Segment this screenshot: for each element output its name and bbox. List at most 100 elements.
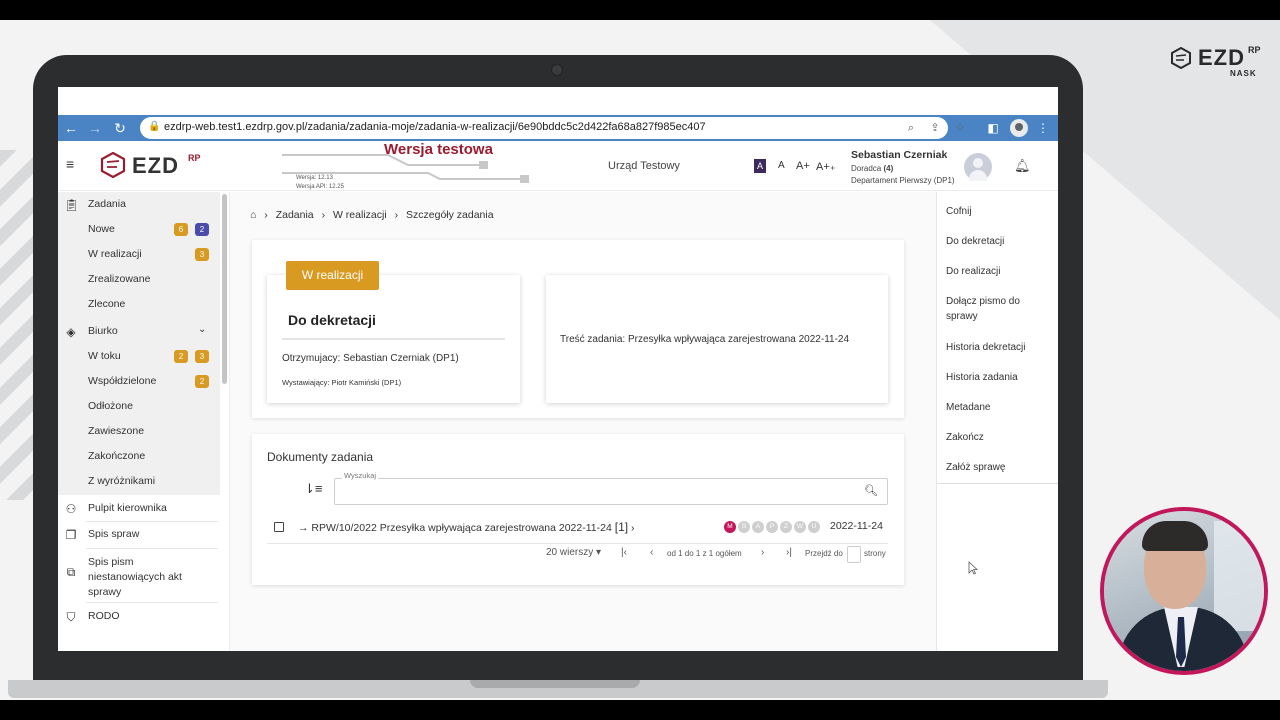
divider (282, 338, 505, 340)
sidebar-item-label: Z wyróżnikami (88, 475, 156, 487)
font-size-xlarge[interactable]: A+₊ (816, 160, 836, 173)
document-signature[interactable]: RPW/10/2022 (311, 522, 376, 534)
version-text: Wersja: 12.13 (296, 175, 333, 181)
profile-icon[interactable] (1010, 119, 1028, 137)
search-icon[interactable]: 🔍︎ (864, 484, 878, 498)
arrow-right-icon: → (298, 522, 309, 534)
sidebar-item-label: Współdzielone (88, 375, 157, 387)
hamburger-menu-icon[interactable]: ≡ (66, 157, 80, 171)
action-dolacz-pismo[interactable]: Dołącz pismo do sprawy (946, 294, 1046, 324)
sidebar-item-pulpit-kierownika[interactable]: ⚇ Pulpit kierownika (58, 502, 220, 518)
sidebar-item-w-toku[interactable]: W toku 2 3 (58, 350, 220, 366)
goto-page-input[interactable] (847, 546, 861, 563)
bookmark-star-icon[interactable]: ☆ (953, 121, 967, 135)
sidebar-item-w-realizacji[interactable]: W realizacji 3 (58, 248, 220, 264)
font-size-large[interactable]: A+ (796, 160, 810, 172)
documents-icon: ⧉ (66, 565, 76, 579)
sidebar-item-spis-spraw[interactable]: ❐ Spis spraw (58, 528, 220, 544)
ezd-hex-icon (1171, 47, 1191, 69)
font-size-default[interactable]: A (754, 159, 766, 173)
status-badge: W realizacji (286, 261, 379, 290)
sidebar-divider (86, 548, 218, 549)
badge-count: 2 (195, 223, 209, 236)
user-department: Departament Pierwszy (DP1) (851, 176, 955, 185)
chevron-right-icon[interactable]: › (631, 522, 635, 534)
logo-sup: RP (188, 153, 201, 163)
lock-icon[interactable]: 🔒 (148, 121, 160, 135)
chevron-down-icon[interactable]: ⌄ (198, 324, 206, 335)
sidebar-item-zlecone[interactable]: Zlecone (58, 298, 220, 314)
user-role[interactable]: Doradca (4) (851, 164, 893, 173)
stamp-p: P (766, 521, 778, 533)
sidebar-item-odlozone[interactable]: Odłożone (58, 400, 220, 416)
sidebar-item-label: RODO (88, 610, 120, 622)
sidebar-item-zakonczone[interactable]: Zakończone (58, 450, 220, 466)
prev-page-icon[interactable]: ‹ (650, 547, 653, 558)
sidebar-item-zadania[interactable]: 📋︎ Zadania (58, 198, 220, 214)
manager-icon: ⚇ (65, 502, 77, 516)
stamp-s: S (738, 521, 750, 533)
webcam-presenter-hair (1142, 521, 1208, 551)
video-letterbox-top (0, 0, 1280, 20)
action-zaloz-sprawe[interactable]: Załóż sprawę (946, 460, 1046, 475)
search-label: Wyszukaj (342, 471, 379, 480)
sidebar-item-zrealizowane[interactable]: Zrealizowane (58, 273, 220, 289)
back-icon[interactable]: ← (62, 119, 80, 137)
sidebar-item-label: Zakończone (88, 450, 146, 462)
sidebar-item-wspoldzielone[interactable]: Współdzielone 2 (58, 375, 220, 391)
app-logo[interactable]: EZD RP (100, 151, 210, 181)
url-text[interactable]: ezdrp-web.test1.ezdrp.gov.pl/zadania/zad… (164, 121, 706, 133)
browser-menu-icon[interactable]: ⋮ (1034, 119, 1052, 137)
stamp-z: Z (780, 521, 792, 533)
sidebar-item-nowe[interactable]: Nowe 6 2 (58, 223, 220, 239)
reload-icon[interactable]: ↻ (111, 119, 129, 137)
webcam-window (1214, 521, 1264, 631)
sidebar-item-biurko[interactable]: ◈ Biurko ⌄ (58, 324, 220, 341)
brand-org: NASK (1230, 69, 1257, 78)
forward-icon[interactable]: → (86, 119, 104, 137)
mouse-cursor-icon (968, 561, 978, 575)
brand-name: EZD (1198, 45, 1245, 70)
sort-icon[interactable]: ⇂≡ (304, 481, 322, 497)
sidebar-item-spis-pism[interactable]: ⧉ Spis pism niestanowiących akt sprawy (58, 555, 220, 601)
user-role-count: (4) (883, 164, 894, 173)
user-role-label: Doradca (851, 164, 882, 173)
share-icon[interactable]: ⇪ (928, 121, 942, 135)
logo-text: EZD (132, 153, 179, 178)
action-historia-dekretacji[interactable]: Historia dekretacji (946, 340, 1046, 355)
action-do-dekretacji[interactable]: Do dekretacji (946, 234, 1046, 249)
side-panel-icon[interactable]: ◧ (984, 119, 1002, 137)
main-content: ⌂ › Zadania › W realizacji › Szczegóły z… (230, 192, 936, 651)
page-size-select[interactable]: 20 wierszy ▾ (546, 547, 601, 558)
action-zakoncz[interactable]: Zakończ (946, 430, 1046, 445)
files-icon: ❐ (65, 528, 77, 542)
sidebar-item-rodo[interactable]: ⛉ RODO (58, 610, 220, 626)
action-metadane[interactable]: Metadane (946, 400, 1046, 415)
action-do-realizacji[interactable]: Do realizacji (946, 264, 1046, 279)
next-page-icon[interactable]: › (761, 547, 764, 558)
last-page-icon[interactable]: ›| (786, 547, 792, 558)
breadcrumb-w-realizacji[interactable]: W realizacji (333, 209, 387, 221)
breadcrumb-zadania[interactable]: Zadania (276, 209, 314, 221)
font-size-small[interactable]: A (778, 160, 785, 171)
sidebar-item-zawieszone[interactable]: Zawieszone (58, 425, 220, 441)
clipboard-icon: 📋︎ (64, 198, 80, 212)
action-cofnij[interactable]: Cofnij (946, 204, 1046, 219)
row-checkbox[interactable] (274, 522, 284, 532)
sidebar-item-label: Spis spraw (88, 528, 140, 540)
sidebar-scrollbar[interactable] (222, 194, 227, 384)
document-description[interactable]: Przesyłka wpływająca zarejestrowana 2022… (380, 522, 612, 534)
bell-icon[interactable]: 🔔︎ (1014, 158, 1031, 174)
user-avatar[interactable] (964, 153, 992, 181)
sidebar-divider (86, 602, 218, 603)
search-input[interactable] (334, 478, 888, 505)
first-page-icon[interactable]: |‹ (621, 547, 627, 558)
sidebar-item-z-wyroznikami[interactable]: Z wyróżnikami (58, 475, 220, 491)
sidebar-item-label: Odłożone (88, 400, 133, 412)
action-historia-zadania[interactable]: Historia zadania (946, 370, 1046, 385)
breadcrumb: ⌂ › Zadania › W realizacji › Szczegóły z… (250, 209, 494, 221)
table-row[interactable]: → RPW/10/2022 Przesyłka wpływająca zarej… (298, 520, 635, 534)
zoom-icon[interactable]: ⌕ (904, 121, 918, 135)
home-icon[interactable]: ⌂ (250, 209, 256, 221)
api-version-text: Wersja API: 12.25 (296, 184, 344, 190)
